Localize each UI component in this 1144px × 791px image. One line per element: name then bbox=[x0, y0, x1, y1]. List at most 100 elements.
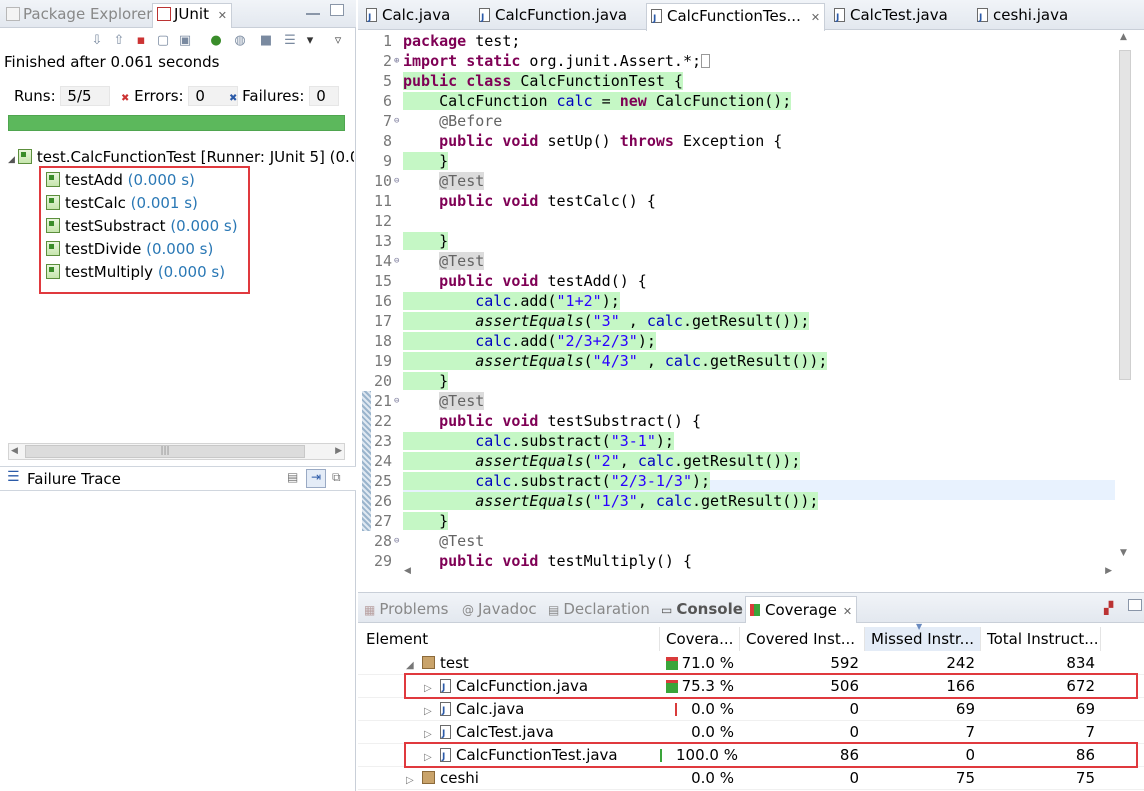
editor-tab[interactable]: CalcTest.java bbox=[830, 3, 952, 30]
close-icon[interactable]: ✕ bbox=[811, 11, 820, 24]
expand-arrow-icon[interactable]: ▷ bbox=[406, 769, 416, 790]
history-dropdown-icon[interactable]: ▾ bbox=[302, 33, 318, 49]
failures-value: 0 bbox=[309, 86, 340, 106]
rerun-failed-icon[interactable]: ▣ bbox=[177, 33, 193, 49]
coverage-row[interactable]: ◢ test 71.0 % 592 242 834 bbox=[358, 652, 1144, 675]
tab-junit[interactable]: JUnit ✕ bbox=[152, 3, 232, 28]
failure-trace-header: ☰ Failure Trace ▤ ⇥ ⧉ bbox=[0, 466, 356, 491]
package-explorer-icon bbox=[6, 7, 20, 21]
failures-counter: ✖ Failures: 0 bbox=[229, 86, 340, 106]
horizontal-scrollbar[interactable]: ◀ ||| ▶ bbox=[8, 443, 345, 460]
tab-coverage[interactable]: Coverage ✕ bbox=[745, 596, 858, 623]
package-icon bbox=[422, 771, 435, 784]
editor-tab-label: CalcFunctionTes... bbox=[667, 7, 801, 25]
close-icon[interactable]: ✕ bbox=[843, 605, 852, 618]
filter-stack-trace-icon[interactable]: ⇥ bbox=[306, 469, 326, 488]
junit-view: Package Explorer JUnit ✕ ⇩ ⇧ ▪ ▢ ▣ ● ◍ ■… bbox=[0, 0, 356, 791]
tab-label: Problems bbox=[379, 600, 449, 618]
tab-javadoc[interactable]: @ Javadoc bbox=[462, 599, 537, 621]
editor-tab[interactable]: CalcFunction.java bbox=[475, 3, 631, 30]
tab-declaration[interactable]: ▤ Declaration bbox=[548, 599, 650, 621]
editor-tab-label: ceshi.java bbox=[993, 6, 1069, 24]
horizontal-scrollbar[interactable]: ◀ ▶ bbox=[402, 563, 1116, 581]
highlight-box bbox=[404, 742, 1138, 768]
coverage-row[interactable]: ▷ ceshi 0.0 % 0 75 75 bbox=[358, 767, 1144, 790]
scrollbar-thumb[interactable] bbox=[1119, 50, 1131, 380]
editor-tab[interactable]: Calc.java bbox=[362, 3, 454, 30]
java-file-icon bbox=[479, 6, 490, 30]
collapse-arrow-icon[interactable]: ◢ bbox=[8, 155, 15, 165]
maximize-icon[interactable] bbox=[1128, 599, 1142, 611]
rerun-failed-first-icon[interactable]: ◍ bbox=[232, 33, 248, 49]
column-header-element[interactable]: Element bbox=[360, 627, 660, 651]
problems-icon: ▦ bbox=[364, 603, 376, 617]
stack-trace-icon: ☰ bbox=[7, 469, 20, 485]
scroll-right-icon[interactable]: ▶ bbox=[1105, 566, 1112, 576]
code-area[interactable]: 1 package test; 2 ⊕ import static org.junit… bbox=[358, 30, 1144, 570]
expand-arrow-icon[interactable]: ▷ bbox=[424, 723, 434, 744]
runs-label: Runs: bbox=[14, 87, 56, 105]
test-suite-icon bbox=[17, 149, 32, 164]
column-header-coverage[interactable]: Covera... bbox=[660, 627, 740, 651]
scroll-up-icon[interactable]: ▲ bbox=[1120, 32, 1127, 42]
coverage-icon bbox=[750, 604, 760, 616]
covered-value: 0 bbox=[849, 723, 859, 741]
close-icon[interactable]: ✕ bbox=[218, 9, 227, 22]
view-menu-icon[interactable]: ▿ bbox=[330, 33, 346, 49]
test-run-history-icon[interactable]: ☰ bbox=[282, 33, 298, 49]
column-header-total-instructions[interactable]: Total Instruct... bbox=[981, 627, 1101, 651]
scroll-down-icon[interactable]: ▼ bbox=[1120, 548, 1127, 558]
collapse-arrow-icon[interactable]: ◢ bbox=[406, 654, 416, 675]
tab-package-explorer[interactable]: Package Explorer bbox=[6, 4, 152, 26]
coverage-bar bbox=[675, 703, 678, 716]
tab-label: Console bbox=[676, 600, 743, 618]
missed-value: 7 bbox=[965, 723, 975, 741]
test-suite-label: test.CalcFunctionTest [Runner: JUnit 5] … bbox=[36, 148, 354, 166]
java-file-icon bbox=[651, 7, 662, 31]
stop-icon[interactable]: ■ bbox=[258, 33, 274, 49]
scroll-left-icon[interactable]: ◀ bbox=[11, 446, 18, 456]
previous-failure-icon[interactable]: ⇧ bbox=[111, 33, 127, 49]
compare-results-icon[interactable]: ▤ bbox=[287, 470, 298, 484]
console-icon: ▭ bbox=[661, 603, 673, 617]
missed-value: 69 bbox=[955, 700, 975, 718]
editor-tab[interactable]: ceshi.java bbox=[973, 3, 1072, 30]
coverage-row[interactable]: ▷ Calc.java 0.0 % 0 69 69 bbox=[358, 698, 1144, 721]
coverage-toolbar-icon[interactable]: ▞ bbox=[1104, 601, 1113, 615]
rerun-test-icon[interactable]: ● bbox=[208, 33, 224, 49]
expand-arrow-icon[interactable]: ▷ bbox=[424, 700, 434, 721]
column-header-missed-instructions[interactable]: Missed Instr... bbox=[865, 627, 981, 651]
package-icon bbox=[422, 656, 435, 669]
scroll-lock-icon[interactable]: ▢ bbox=[155, 33, 171, 49]
left-view-tabbar: Package Explorer JUnit ✕ bbox=[0, 0, 356, 28]
element-name: test bbox=[440, 654, 469, 672]
test-progress-bar bbox=[8, 115, 345, 131]
coverage-value: 71.0 % bbox=[681, 654, 734, 672]
tab-problems[interactable]: ▦ Problems bbox=[364, 599, 448, 621]
minimize-icon[interactable] bbox=[306, 10, 320, 15]
failures-label: Failures: bbox=[242, 87, 305, 105]
scrollbar-thumb[interactable]: ||| bbox=[25, 445, 305, 458]
vertical-scrollbar[interactable]: ▲ ▼ bbox=[1116, 30, 1134, 560]
missed-value: 75 bbox=[955, 769, 975, 787]
scroll-right-icon[interactable]: ▶ bbox=[335, 446, 342, 456]
errors-counter: ✖ Errors: 0 bbox=[121, 86, 239, 106]
copy-trace-icon[interactable]: ⧉ bbox=[332, 470, 341, 485]
declaration-icon: ▤ bbox=[548, 603, 560, 617]
tab-console[interactable]: ▭ Console bbox=[661, 599, 743, 621]
tab-label: Declaration bbox=[563, 600, 650, 618]
scroll-left-icon[interactable]: ◀ bbox=[404, 566, 411, 576]
coverage-row[interactable]: ▷ CalcTest.java 0.0 % 0 7 7 bbox=[358, 721, 1144, 744]
show-failures-only-icon[interactable]: ▪ bbox=[133, 33, 149, 49]
code-editor: Calc.java CalcFunction.java CalcFunction… bbox=[358, 0, 1144, 590]
failure-trace-label: Failure Trace bbox=[27, 470, 121, 488]
javadoc-icon: @ bbox=[462, 603, 474, 617]
element-name: CalcTest.java bbox=[456, 723, 554, 741]
editor-tab-active[interactable]: CalcFunctionTes... ✕ bbox=[646, 3, 826, 31]
column-header-covered-instructions[interactable]: Covered Inst... bbox=[740, 627, 865, 651]
sort-indicator-icon: ▼ bbox=[916, 622, 923, 631]
runs-value: 5/5 bbox=[60, 86, 111, 106]
total-value: 834 bbox=[1066, 654, 1095, 672]
next-failure-icon[interactable]: ⇩ bbox=[89, 33, 105, 49]
maximize-icon[interactable] bbox=[330, 4, 344, 16]
